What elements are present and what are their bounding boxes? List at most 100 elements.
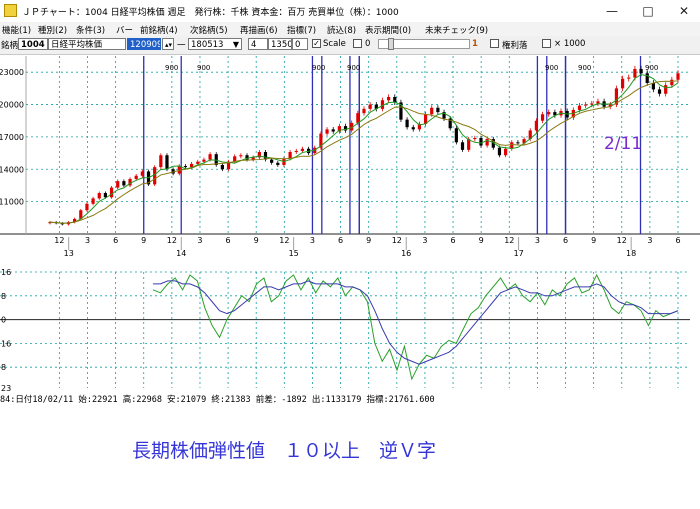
price-tick-label: 11000	[0, 198, 24, 207]
candle-up	[590, 103, 594, 105]
candle-up	[239, 155, 243, 157]
candle-up	[159, 155, 163, 168]
candle-down	[276, 162, 280, 165]
date-axis-labels: 12 3 6 9 12 3 6 9 12 3 6 9 12 3 6 9 12 3 6 9 12 3 6 13 14 15 16 17 1…	[54, 236, 680, 258]
month-tick-label: 3	[647, 236, 652, 245]
candle-down	[393, 96, 397, 103]
month-tick-label: 3	[310, 236, 315, 245]
month-tick-label: 3	[535, 236, 540, 245]
year-tick-label: 13	[64, 249, 74, 258]
candle-down	[270, 159, 274, 163]
candle-down	[405, 119, 409, 128]
candle-down	[220, 164, 224, 170]
candle-down	[651, 82, 655, 90]
oscillator-tick-label: 23	[1, 384, 11, 393]
oscillator-tick-label: 16	[1, 268, 11, 277]
candle-down	[331, 129, 335, 132]
candle-up	[91, 198, 95, 204]
month-tick-label: 6	[675, 236, 680, 245]
candle-up	[362, 108, 366, 114]
candle-down	[460, 142, 465, 150]
candle-up	[116, 181, 120, 188]
candle-down	[657, 89, 662, 94]
month-tick-label: 6	[450, 236, 455, 245]
candle-up	[288, 152, 292, 159]
candle-up	[670, 79, 674, 86]
oscillator-grid	[0, 271, 690, 388]
candle-up	[596, 101, 600, 104]
candle-down	[645, 73, 649, 83]
candle-up	[202, 159, 206, 162]
candle-down	[165, 155, 169, 170]
year-tick-label: 14	[176, 249, 186, 258]
candle-up	[664, 85, 668, 94]
candle-up	[577, 105, 582, 110]
candle-up	[676, 73, 680, 80]
signal-value-label: 900	[312, 64, 325, 72]
year-tick-label: 16	[401, 249, 411, 258]
oscillator-slow-line	[153, 280, 679, 365]
candle-up	[140, 171, 144, 176]
caption-text: 長期株価弾性値 １０以上 逆Ｖ字	[132, 440, 437, 462]
candle-up	[473, 137, 477, 140]
candle-down	[516, 142, 520, 144]
candle-up	[504, 148, 508, 156]
candle-up	[85, 203, 89, 211]
candle-up	[300, 148, 305, 151]
candle-up	[534, 120, 538, 131]
price-candles	[48, 65, 680, 226]
oscillator-lines	[152, 273, 679, 381]
signal-value-label: 900	[578, 64, 591, 72]
oscillator-axis-labels: 16 8 0 16 8 23	[1, 268, 11, 393]
oscillator-tick-label: 8	[1, 363, 6, 372]
oscillator-tick-label: 8	[1, 292, 6, 301]
price-tick-label: 20000	[0, 101, 24, 110]
month-tick-label: 6	[338, 236, 343, 245]
candle-down	[103, 193, 108, 198]
candle-down	[411, 127, 415, 130]
candle-up	[627, 77, 631, 79]
month-tick-label: 12	[392, 236, 402, 245]
month-tick-label: 9	[254, 236, 259, 245]
price-tick-label: 17000	[0, 133, 24, 142]
year-tick-label: 17	[514, 249, 524, 258]
candle-up	[547, 112, 551, 115]
price-tick-label: 23000	[0, 68, 24, 77]
candle-down	[183, 166, 188, 168]
oscillator-fast-line	[152, 273, 679, 381]
candle-up	[430, 107, 434, 115]
candle-up	[134, 175, 138, 179]
chart-canvas[interactable]: 900 900 900 900 900 900 900 2/11 2300020000170…	[0, 0, 700, 509]
signal-value-label: 900	[197, 64, 210, 72]
year-tick-label: 15	[289, 249, 299, 258]
candle-up	[620, 78, 625, 89]
oscillator-tick-label: 16	[1, 339, 11, 348]
signal-value-label: 900	[545, 64, 558, 72]
candle-down	[436, 107, 440, 113]
candle-up	[325, 129, 329, 134]
month-tick-label: 6	[226, 236, 231, 245]
month-tick-label: 12	[504, 236, 514, 245]
month-tick-label: 9	[591, 236, 596, 245]
candle-up	[97, 193, 101, 199]
candle-down	[454, 128, 458, 143]
month-tick-label: 9	[366, 236, 371, 245]
candle-up	[196, 161, 200, 164]
candle-up	[368, 104, 372, 109]
price-axis-labels: 23000 20000 17000 14000 11000	[0, 68, 24, 206]
candle-down	[122, 181, 126, 186]
signal-lines: 900 900 900 900 900 900 900	[143, 56, 658, 234]
month-tick-label: 3	[197, 236, 202, 245]
candle-up	[387, 96, 391, 101]
candle-up	[584, 104, 588, 106]
oscillator-tick-label: 0	[1, 316, 6, 325]
month-tick-label: 12	[54, 236, 64, 245]
signal-value-label: 900	[165, 64, 178, 72]
month-tick-label: 12	[279, 236, 289, 245]
candle-up	[294, 150, 298, 153]
candle-down	[639, 68, 643, 74]
year-tick-label: 18	[626, 249, 636, 258]
status-line: 84:日付18/02/11 始:22921 高:22968 安:21079 終:…	[0, 395, 435, 405]
month-tick-label: 6	[563, 236, 568, 245]
candle-up	[109, 187, 114, 198]
